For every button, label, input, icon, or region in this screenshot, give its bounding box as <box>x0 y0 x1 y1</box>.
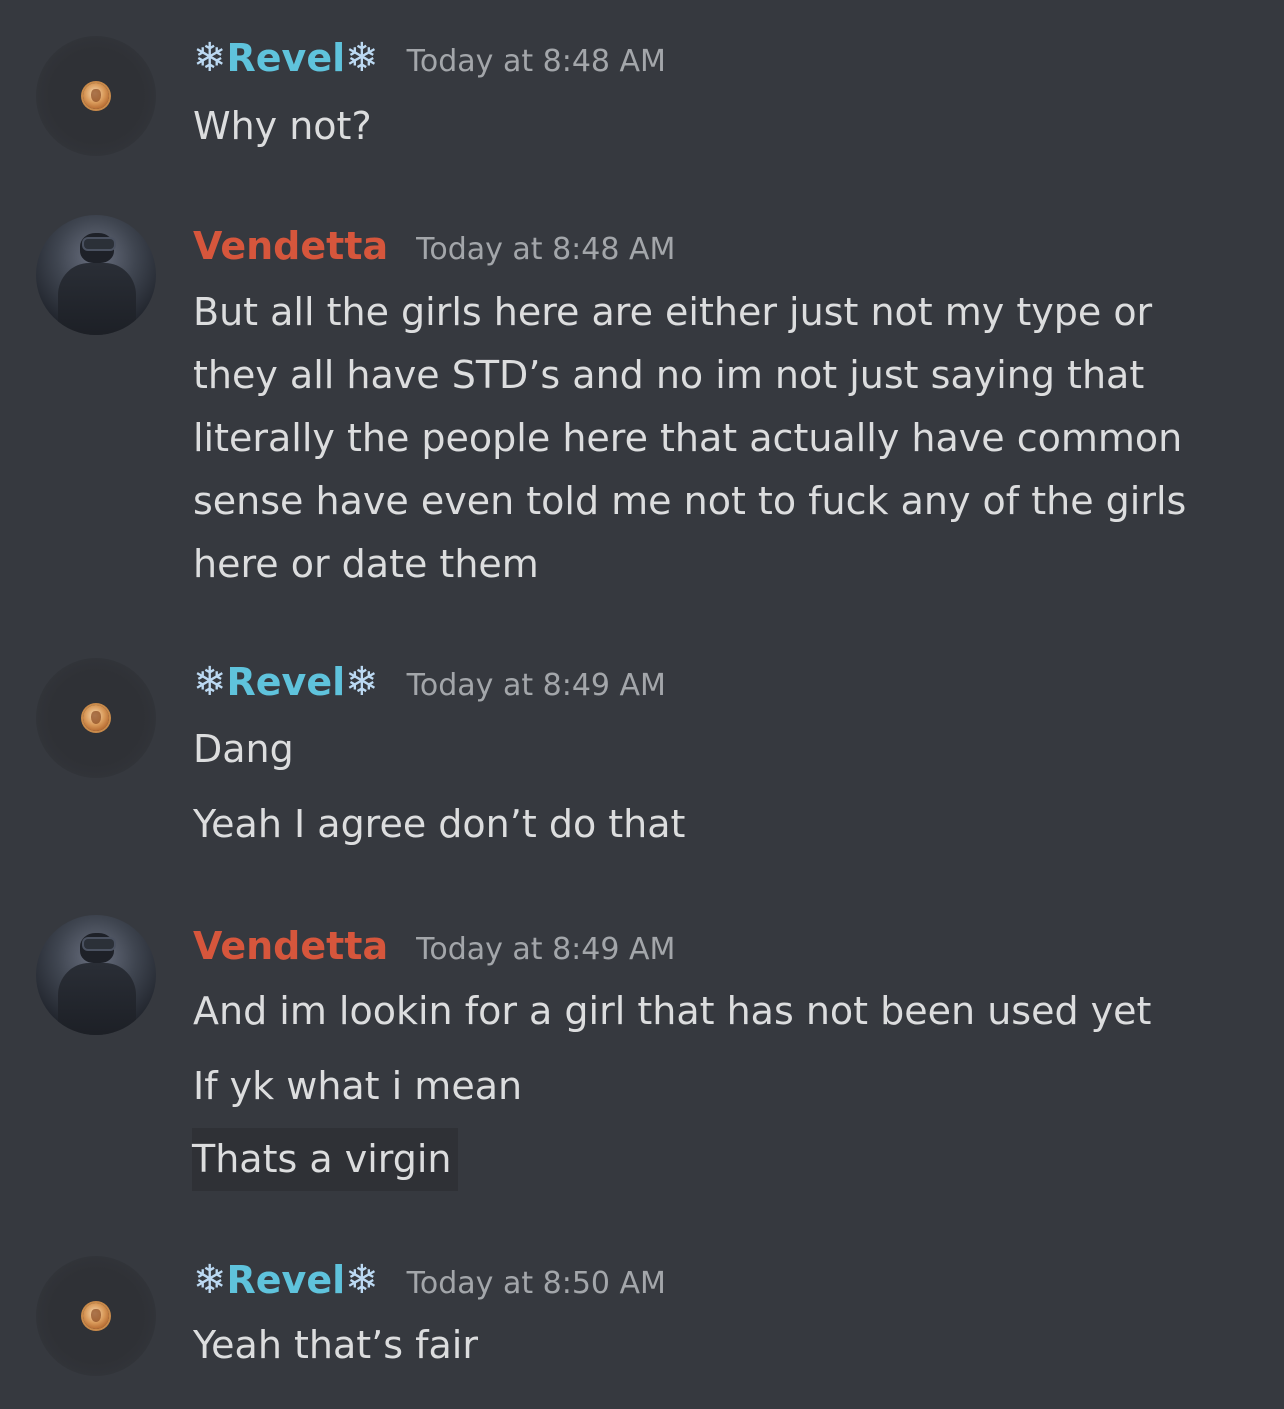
avatar[interactable] <box>36 915 156 1035</box>
avatar[interactable] <box>36 1256 156 1376</box>
snowflake-icon: ❄ <box>345 659 379 705</box>
avatar-image <box>83 83 109 109</box>
message-header: ❄ Revel ❄ Today at 8:49 AM <box>193 660 666 704</box>
avatar[interactable] <box>36 658 156 778</box>
username[interactable]: Revel <box>227 36 346 80</box>
timestamp[interactable]: Today at 8:49 AM <box>416 932 675 967</box>
message-header: Vendetta Today at 8:49 AM <box>193 924 675 968</box>
snowflake-icon: ❄ <box>193 35 227 81</box>
message-header: Vendetta Today at 8:48 AM <box>193 224 675 268</box>
message-text: Yeah I agree don’t do that <box>193 802 686 846</box>
avatar-image <box>58 963 136 1035</box>
message-text: If yk what i mean <box>193 1064 523 1108</box>
username[interactable]: Revel <box>227 660 346 704</box>
avatar-image <box>83 705 109 731</box>
snowflake-icon: ❄ <box>193 1257 227 1303</box>
avatar-goggles <box>84 939 114 949</box>
avatar-goggles <box>84 239 114 249</box>
snowflake-icon: ❄ <box>345 1257 379 1303</box>
avatar-image <box>83 1303 109 1329</box>
message-text: Dang <box>193 727 294 771</box>
message-text-hovered[interactable]: Thats a virgin <box>192 1128 458 1191</box>
message-text: here or date them <box>193 542 539 586</box>
username[interactable]: Vendetta <box>193 924 388 968</box>
message-header: ❄ Revel ❄ Today at 8:48 AM <box>193 36 666 80</box>
message-header: ❄ Revel ❄ Today at 8:50 AM <box>193 1258 666 1302</box>
avatar-image <box>58 263 136 335</box>
timestamp[interactable]: Today at 8:48 AM <box>416 232 675 267</box>
snowflake-icon: ❄ <box>193 659 227 705</box>
timestamp[interactable]: Today at 8:50 AM <box>407 1266 666 1301</box>
avatar[interactable] <box>36 36 156 156</box>
message-text: literally the people here that actually … <box>193 416 1183 460</box>
timestamp[interactable]: Today at 8:49 AM <box>407 668 666 703</box>
message-text: sense have even told me not to fuck any … <box>193 479 1187 523</box>
message-text: Yeah that’s fair <box>193 1323 478 1367</box>
avatar[interactable] <box>36 215 156 335</box>
username[interactable]: Revel <box>227 1258 346 1302</box>
username[interactable]: Vendetta <box>193 224 388 268</box>
message-text: And im lookin for a girl that has not be… <box>193 989 1152 1033</box>
snowflake-icon: ❄ <box>345 35 379 81</box>
message-text: Why not? <box>193 104 372 148</box>
message-text: they all have STD’s and no im not just s… <box>193 353 1145 397</box>
timestamp[interactable]: Today at 8:48 AM <box>407 44 666 79</box>
message-text: But all the girls here are either just n… <box>193 290 1153 334</box>
